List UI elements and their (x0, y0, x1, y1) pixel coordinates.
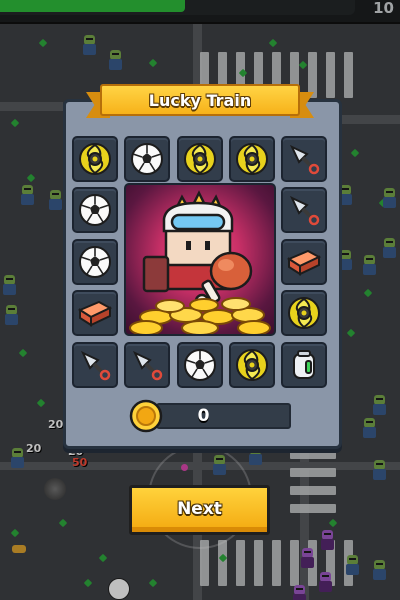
next-button-label: Next (177, 498, 222, 519)
kunai-icon (289, 144, 320, 175)
brick-icon (77, 300, 113, 327)
reward-slot (281, 239, 327, 285)
coin-counter: 0 (128, 398, 291, 434)
reward-slot (281, 342, 327, 388)
reward-slot (72, 239, 118, 285)
next-button[interactable]: Next (129, 485, 270, 535)
reward-slot (72, 342, 118, 388)
soccer-ball-icon (79, 246, 111, 278)
gold-coin-icon (129, 399, 163, 433)
reward-slot (177, 342, 223, 388)
reward-slot (72, 136, 118, 182)
shuriken-icon (288, 297, 320, 329)
shuriken-icon (236, 349, 268, 381)
kunai-icon (132, 350, 163, 381)
jar-icon (293, 350, 315, 379)
character-with-drumstick-icon (129, 190, 271, 334)
coin-count: 0 (197, 406, 210, 426)
featured-reward (124, 183, 276, 336)
reward-slot (124, 342, 170, 388)
kunai-icon (289, 195, 320, 226)
reward-slot (281, 290, 327, 336)
brick-icon (286, 249, 322, 276)
reward-slot (177, 136, 223, 182)
title-ribbon: Lucky Train (86, 84, 314, 120)
soccer-ball-icon (184, 349, 216, 381)
coin-count-field: 0 (156, 403, 291, 429)
reward-slot (72, 290, 118, 336)
soccer-ball-icon (131, 143, 163, 175)
shuriken-icon (236, 143, 268, 175)
reward-slot (229, 136, 275, 182)
shuriken-icon (79, 143, 111, 175)
reward-slot (281, 187, 327, 233)
reward-slot (281, 136, 327, 182)
reward-slot (124, 136, 170, 182)
dialog-title: Lucky Train (148, 90, 252, 110)
reward-slot (229, 342, 275, 388)
soccer-ball-icon (79, 194, 111, 226)
shuriken-icon (184, 143, 216, 175)
kunai-icon (80, 350, 111, 381)
reward-slot (72, 187, 118, 233)
